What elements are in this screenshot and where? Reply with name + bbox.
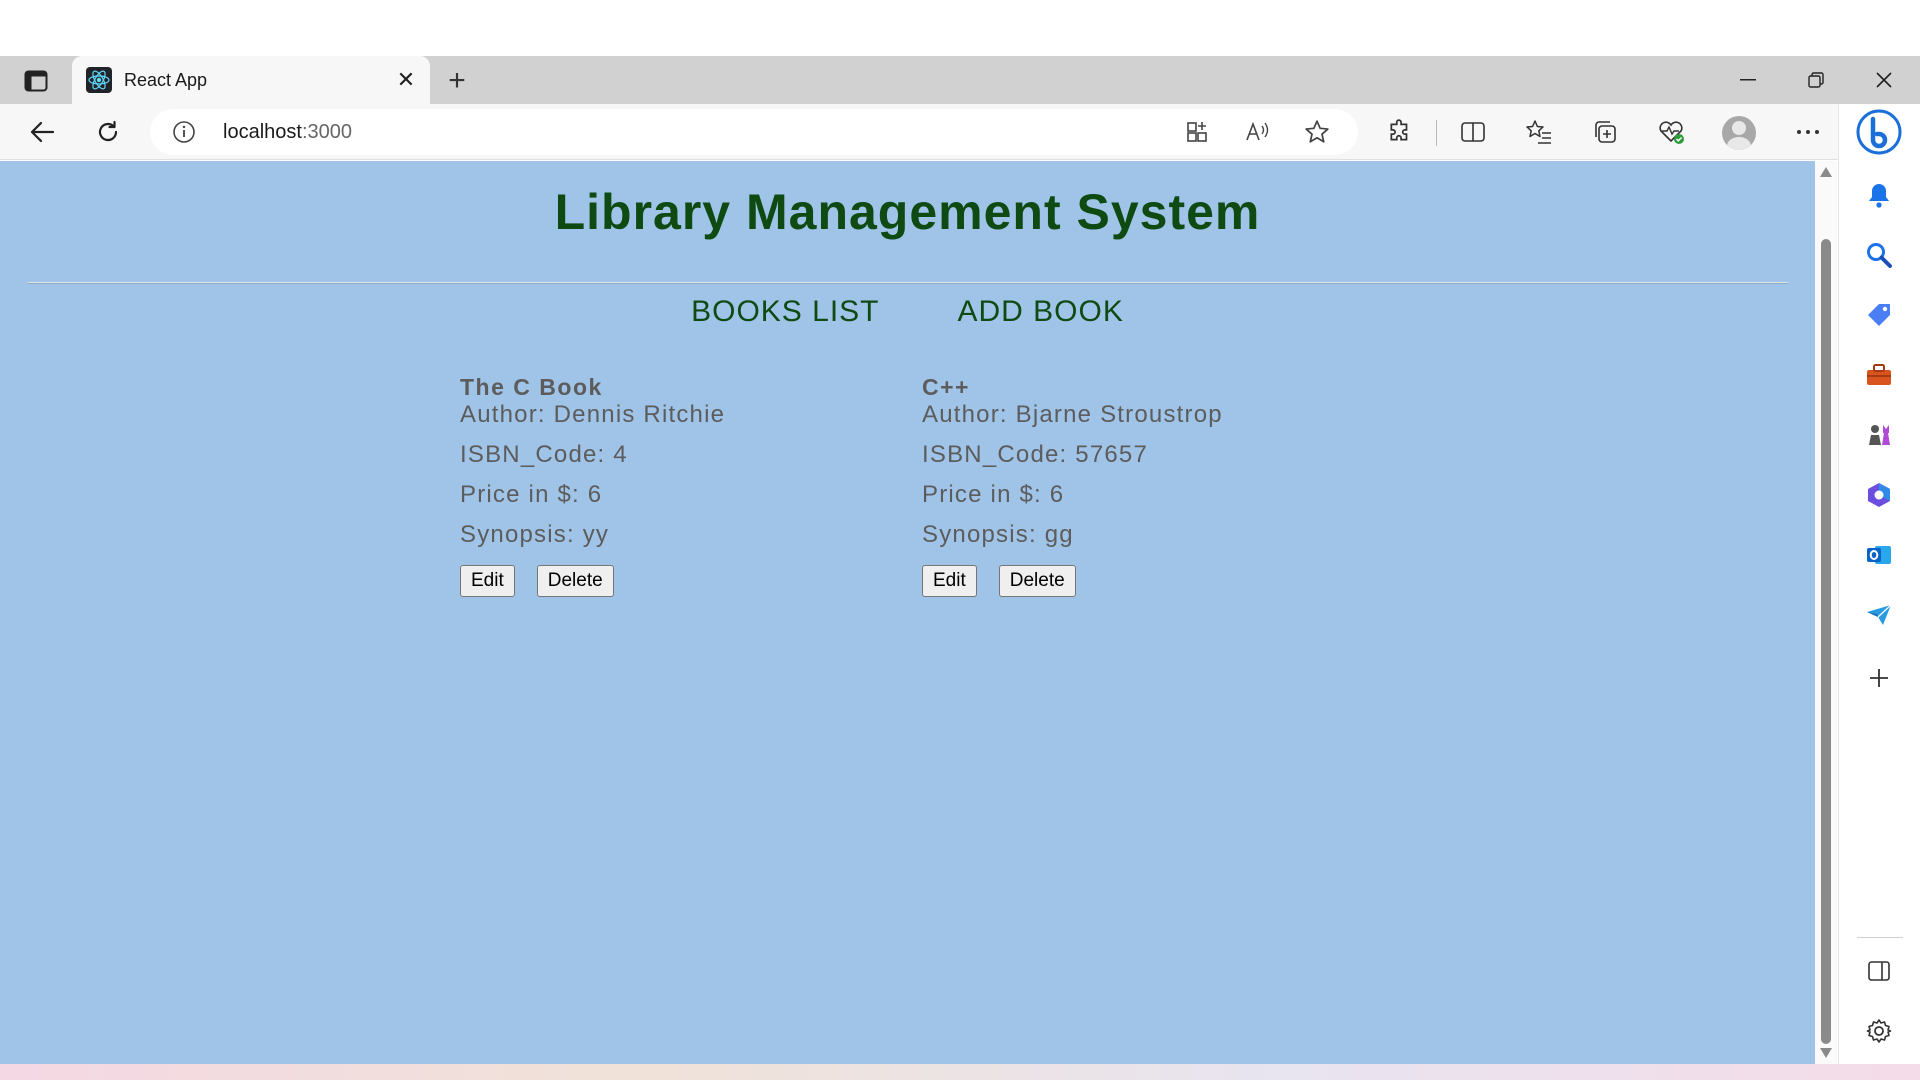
site-info-icon[interactable] (172, 120, 196, 144)
book-synopsis: Synopsis: yy (460, 521, 610, 548)
outlook-icon[interactable] (1858, 534, 1900, 576)
taskbar-edge (0, 1064, 1920, 1080)
book-author: Author: Bjarne Stroustrop (922, 401, 1223, 428)
book-isbn: ISBN_Code: 4 (460, 441, 628, 468)
bell-icon[interactable] (1858, 174, 1900, 216)
book-card: The C Book Author: Dennis Ritchie ISBN_C… (460, 373, 860, 597)
book-isbn: ISBN_Code: 57657 (922, 441, 1149, 468)
edit-button[interactable]: Edit (460, 565, 515, 597)
close-window-icon[interactable] (1864, 64, 1904, 96)
scrollbar-thumb[interactable] (1821, 239, 1831, 1044)
favorite-star-icon[interactable] (1303, 118, 1331, 146)
url-field[interactable]: localhost:3000 (150, 109, 1358, 155)
copilot-icon[interactable] (1855, 108, 1903, 156)
profile-avatar[interactable] (1722, 116, 1756, 150)
edit-button[interactable]: Edit (922, 565, 977, 597)
settings-icon[interactable] (1858, 1010, 1900, 1052)
main-nav: BOOKS LIST ADD BOOK (0, 295, 1815, 329)
tag-icon[interactable] (1858, 294, 1900, 336)
url-host: localhost (223, 121, 302, 143)
favorites-icon[interactable] (1521, 114, 1557, 150)
book-synopsis: Synopsis: gg (922, 521, 1074, 548)
toolbox-icon[interactable] (1858, 354, 1900, 396)
books-list-link[interactable]: BOOKS LIST (691, 295, 879, 329)
tab-actions-icon[interactable] (14, 66, 58, 96)
add-book-link[interactable]: ADD BOOK (958, 295, 1124, 329)
url-port: :3000 (301, 121, 352, 143)
book-author: Author: Dennis Ritchie (460, 401, 726, 428)
book-actions: Edit Delete (460, 565, 860, 597)
app-available-icon[interactable] (1184, 118, 1212, 146)
search-icon[interactable] (1858, 234, 1900, 276)
book-title: C++ (922, 374, 970, 400)
chess-icon[interactable] (1858, 414, 1900, 456)
read-aloud-icon[interactable] (1244, 118, 1272, 146)
book-actions: Edit Delete (922, 565, 1322, 597)
refresh-icon[interactable] (88, 112, 128, 152)
collections-icon[interactable] (1587, 114, 1623, 150)
split-screen-icon[interactable] (1455, 114, 1491, 150)
toolbar-separator (1436, 120, 1437, 146)
scroll-up-arrow-icon[interactable] (1820, 167, 1832, 177)
minimize-icon[interactable] (1728, 64, 1768, 96)
url-text: localhost:3000 (223, 121, 352, 144)
tab-bar: React App ✕ + (0, 56, 1920, 104)
more-options-icon[interactable] (1790, 114, 1826, 150)
book-price: Price in $: 6 (922, 481, 1065, 508)
back-icon[interactable] (22, 112, 62, 152)
tab-title: React App (124, 69, 208, 90)
tab-close-icon[interactable]: ✕ (392, 66, 420, 94)
sidebar-toggle-icon[interactable] (1858, 950, 1900, 992)
browser-essentials-icon[interactable] (1653, 114, 1689, 150)
book-title: The C Book (460, 374, 603, 400)
restore-icon[interactable] (1796, 64, 1836, 96)
office-icon[interactable] (1858, 474, 1900, 516)
new-tab-icon[interactable]: + (440, 64, 474, 98)
add-icon[interactable] (1858, 657, 1900, 699)
delete-button[interactable]: Delete (536, 565, 614, 597)
top-strip (0, 0, 1920, 56)
address-bar: localhost:3000 (0, 104, 1920, 160)
book-price: Price in $: 6 (460, 481, 603, 508)
page-content: Library Management System BOOKS LIST ADD… (0, 161, 1815, 1064)
react-logo-icon (86, 67, 112, 93)
sidebar-divider (1857, 937, 1903, 938)
scroll-down-arrow-icon[interactable] (1820, 1048, 1832, 1058)
page-title: Library Management System (554, 184, 1261, 240)
browser-tab[interactable]: React App ✕ (72, 56, 430, 104)
send-icon[interactable] (1858, 594, 1900, 636)
book-card: C++ Author: Bjarne Stroustrop ISBN_Code:… (922, 373, 1322, 597)
edge-sidebar (1838, 104, 1920, 1064)
page-scrollbar[interactable] (1815, 161, 1837, 1064)
header-divider (28, 282, 1788, 284)
delete-button[interactable]: Delete (998, 565, 1076, 597)
extensions-icon[interactable] (1382, 114, 1418, 150)
